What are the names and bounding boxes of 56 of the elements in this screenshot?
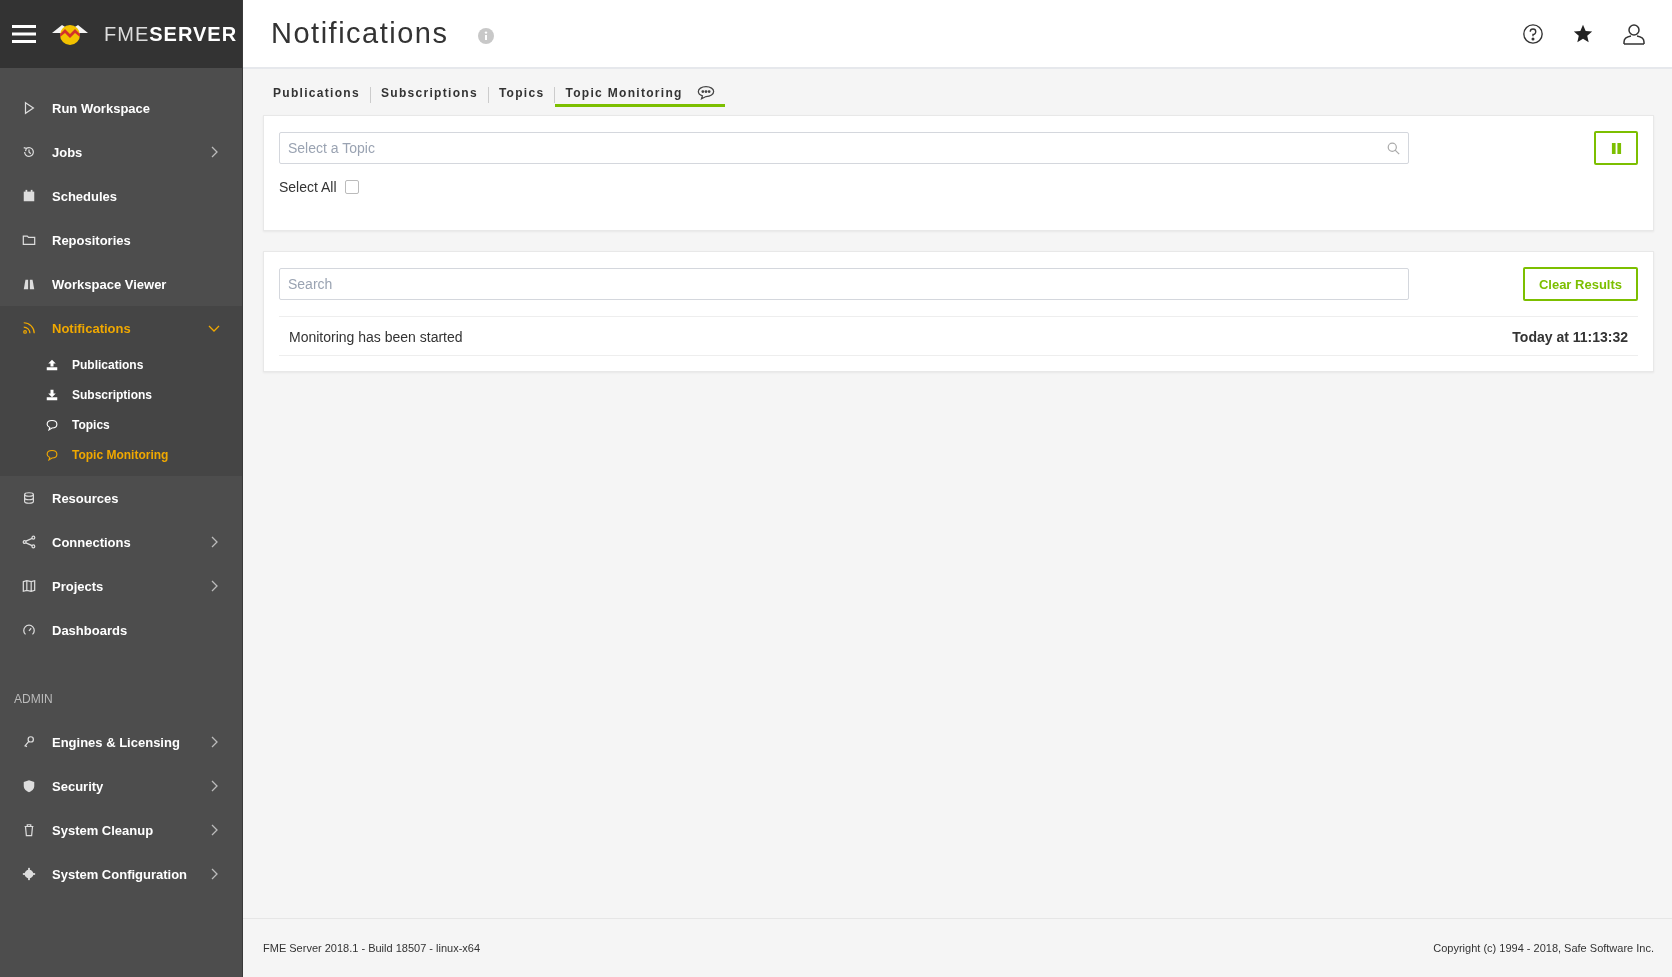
search-field[interactable]: Search xyxy=(279,268,1409,300)
binoculars-icon xyxy=(22,277,36,291)
user-icon[interactable] xyxy=(1622,21,1646,46)
logo-text: FMESERVER xyxy=(104,22,238,46)
sidebar-item[interactable]: System Configuration xyxy=(0,852,242,896)
sidebar-item[interactable]: Workspace Viewer xyxy=(0,262,242,306)
history-icon xyxy=(22,145,36,159)
folder-icon xyxy=(22,233,36,247)
trash-icon xyxy=(22,823,36,837)
pause-icon xyxy=(1610,142,1622,154)
share-icon xyxy=(22,535,36,549)
copyright-text: Copyright (c) 1994 - 2018, Safe Software Inc. xyxy=(1433,942,1654,954)
sidebar-item[interactable]: Security xyxy=(0,764,242,808)
tab[interactable]: Publications xyxy=(263,83,370,107)
tab[interactable]: Subscriptions xyxy=(370,83,488,107)
bubble-icon xyxy=(46,449,58,461)
submenu-item[interactable]: Publications xyxy=(0,350,242,380)
database-icon xyxy=(22,491,36,505)
key-icon xyxy=(22,735,36,749)
sidebar-item[interactable]: Engines & Licensing xyxy=(0,720,242,764)
tab[interactable]: Topic Monitoring xyxy=(555,83,725,107)
map-icon xyxy=(22,579,36,593)
sidebar-item[interactable]: Dashboards xyxy=(0,608,242,652)
download-icon xyxy=(46,389,58,401)
submenu-item[interactable]: Subscriptions xyxy=(0,380,242,410)
upload-icon xyxy=(46,359,58,371)
menu-icon[interactable] xyxy=(12,24,36,44)
sidebar-item[interactable]: Connections xyxy=(0,520,242,564)
gauge-icon xyxy=(22,623,36,637)
help-icon[interactable] xyxy=(1522,22,1544,45)
sidebar-item[interactable]: Jobs xyxy=(0,130,242,174)
play-icon xyxy=(22,101,36,115)
chat-bubble-icon xyxy=(696,85,715,100)
message-time: Today at 11:13:32 xyxy=(1512,329,1628,345)
calendar-icon xyxy=(22,189,36,203)
rss-icon xyxy=(22,321,36,335)
tab[interactable]: Topics xyxy=(488,83,555,107)
sidebar-item[interactable]: Projects xyxy=(0,564,242,608)
sidebar-item[interactable]: Run Workspace xyxy=(0,86,242,130)
section-heading: ADMIN xyxy=(13,691,54,708)
search-icon xyxy=(1387,142,1400,155)
sidebar-item[interactable]: Resources xyxy=(0,476,242,520)
select-all-label: Select All xyxy=(279,179,337,195)
page-title: Notifications xyxy=(271,17,449,50)
sidebar-item[interactable]: Repositories xyxy=(0,218,242,262)
sidebar-item[interactable]: System Cleanup xyxy=(0,808,242,852)
message-text: Monitoring has been started xyxy=(289,329,463,345)
checkbox[interactable] xyxy=(344,180,359,194)
submenu-item[interactable]: Topics xyxy=(0,410,242,440)
sidebar-item[interactable]: Schedules xyxy=(0,174,242,218)
bubble-icon xyxy=(46,419,58,431)
topic-select-field[interactable]: Select a Topic xyxy=(279,132,1409,164)
submenu-item[interactable]: Topic Monitoring xyxy=(0,440,242,470)
shield-icon xyxy=(22,779,36,793)
version-text: FME Server 2018.1 - Build 18507 - linux-x64 xyxy=(263,942,481,954)
sidebar-item[interactable]: Notifications xyxy=(0,306,242,350)
